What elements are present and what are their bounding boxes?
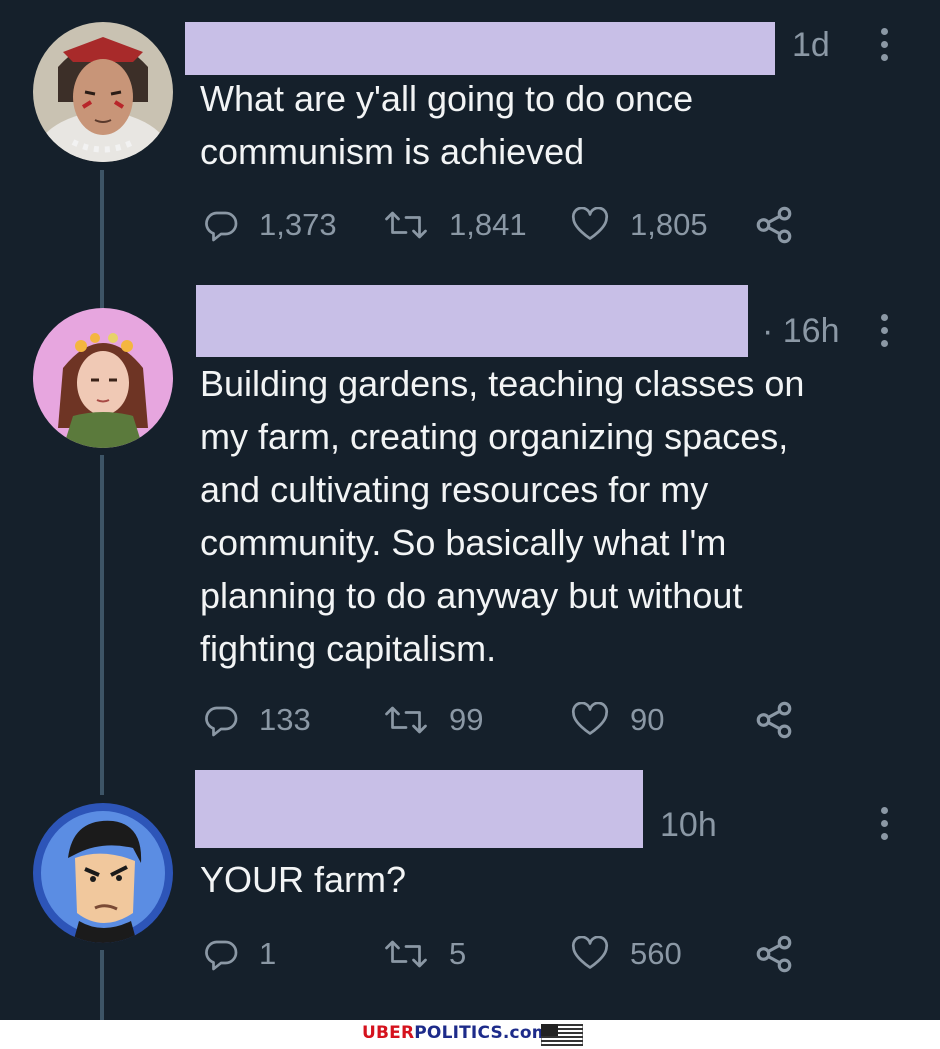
share-icon xyxy=(756,935,792,973)
retweet-icon xyxy=(385,940,427,968)
reply-button[interactable]: 133 xyxy=(203,695,311,745)
retweet-button[interactable]: 5 xyxy=(383,929,466,979)
watermark-logo: UBERPOLITICS.com xyxy=(362,1023,550,1043)
like-button[interactable]: 90 xyxy=(570,695,664,745)
retweet-count: 1,841 xyxy=(449,207,527,242)
reply-button[interactable]: 1 xyxy=(203,929,276,979)
redacted-username xyxy=(195,770,643,848)
heart-icon xyxy=(571,702,609,735)
avatar[interactable] xyxy=(33,803,173,943)
like-count: 1,805 xyxy=(630,207,708,242)
flag-icon xyxy=(541,1024,583,1046)
reply-count: 1,373 xyxy=(259,207,337,242)
retweet-count: 99 xyxy=(449,702,484,737)
heart-icon xyxy=(571,936,609,969)
reply-icon xyxy=(205,211,238,242)
thread-line xyxy=(100,170,104,310)
retweet-icon xyxy=(385,211,427,239)
like-count: 560 xyxy=(630,936,682,971)
heart-icon xyxy=(571,207,609,240)
reply-count: 1 xyxy=(259,936,277,971)
share-button[interactable] xyxy=(753,200,795,250)
more-icon[interactable] xyxy=(881,807,891,846)
like-count: 90 xyxy=(630,702,665,737)
redacted-username xyxy=(185,22,775,75)
tweet-actions: 1,373 1,841 1,805 xyxy=(203,200,823,250)
tweet-text: What are y'all going to do once communis… xyxy=(200,78,694,172)
share-button[interactable] xyxy=(753,929,795,979)
reply-icon xyxy=(205,940,238,971)
more-icon[interactable] xyxy=(881,28,891,67)
more-icon[interactable] xyxy=(881,314,891,353)
share-icon xyxy=(756,701,792,739)
reply-button[interactable]: 1,373 xyxy=(203,200,337,250)
thread-line xyxy=(100,950,104,1020)
redacted-username xyxy=(196,285,748,357)
tweet-text: Building gardens, teaching classes on my… xyxy=(200,363,805,669)
reply-count: 133 xyxy=(259,702,311,737)
avatar[interactable] xyxy=(33,308,173,448)
avatar[interactable] xyxy=(33,22,173,162)
tweet-actions: 1 5 560 xyxy=(203,929,823,979)
tweet-timestamp[interactable]: 1d xyxy=(792,26,830,65)
tweet-timestamp[interactable]: · 16h xyxy=(762,312,840,351)
tweet-actions: 133 99 90 xyxy=(203,695,823,745)
tweet-timestamp[interactable]: 10h xyxy=(660,806,717,845)
like-button[interactable]: 1,805 xyxy=(570,200,708,250)
retweet-count: 5 xyxy=(449,936,467,971)
tweet-text: YOUR farm? xyxy=(200,859,407,900)
share-icon xyxy=(756,206,792,244)
retweet-button[interactable]: 99 xyxy=(383,695,483,745)
share-button[interactable] xyxy=(753,695,795,745)
like-button[interactable]: 560 xyxy=(570,929,682,979)
retweet-button[interactable]: 1,841 xyxy=(383,200,527,250)
retweet-icon xyxy=(385,706,427,734)
thread-line xyxy=(100,455,104,795)
reply-icon xyxy=(205,706,238,737)
